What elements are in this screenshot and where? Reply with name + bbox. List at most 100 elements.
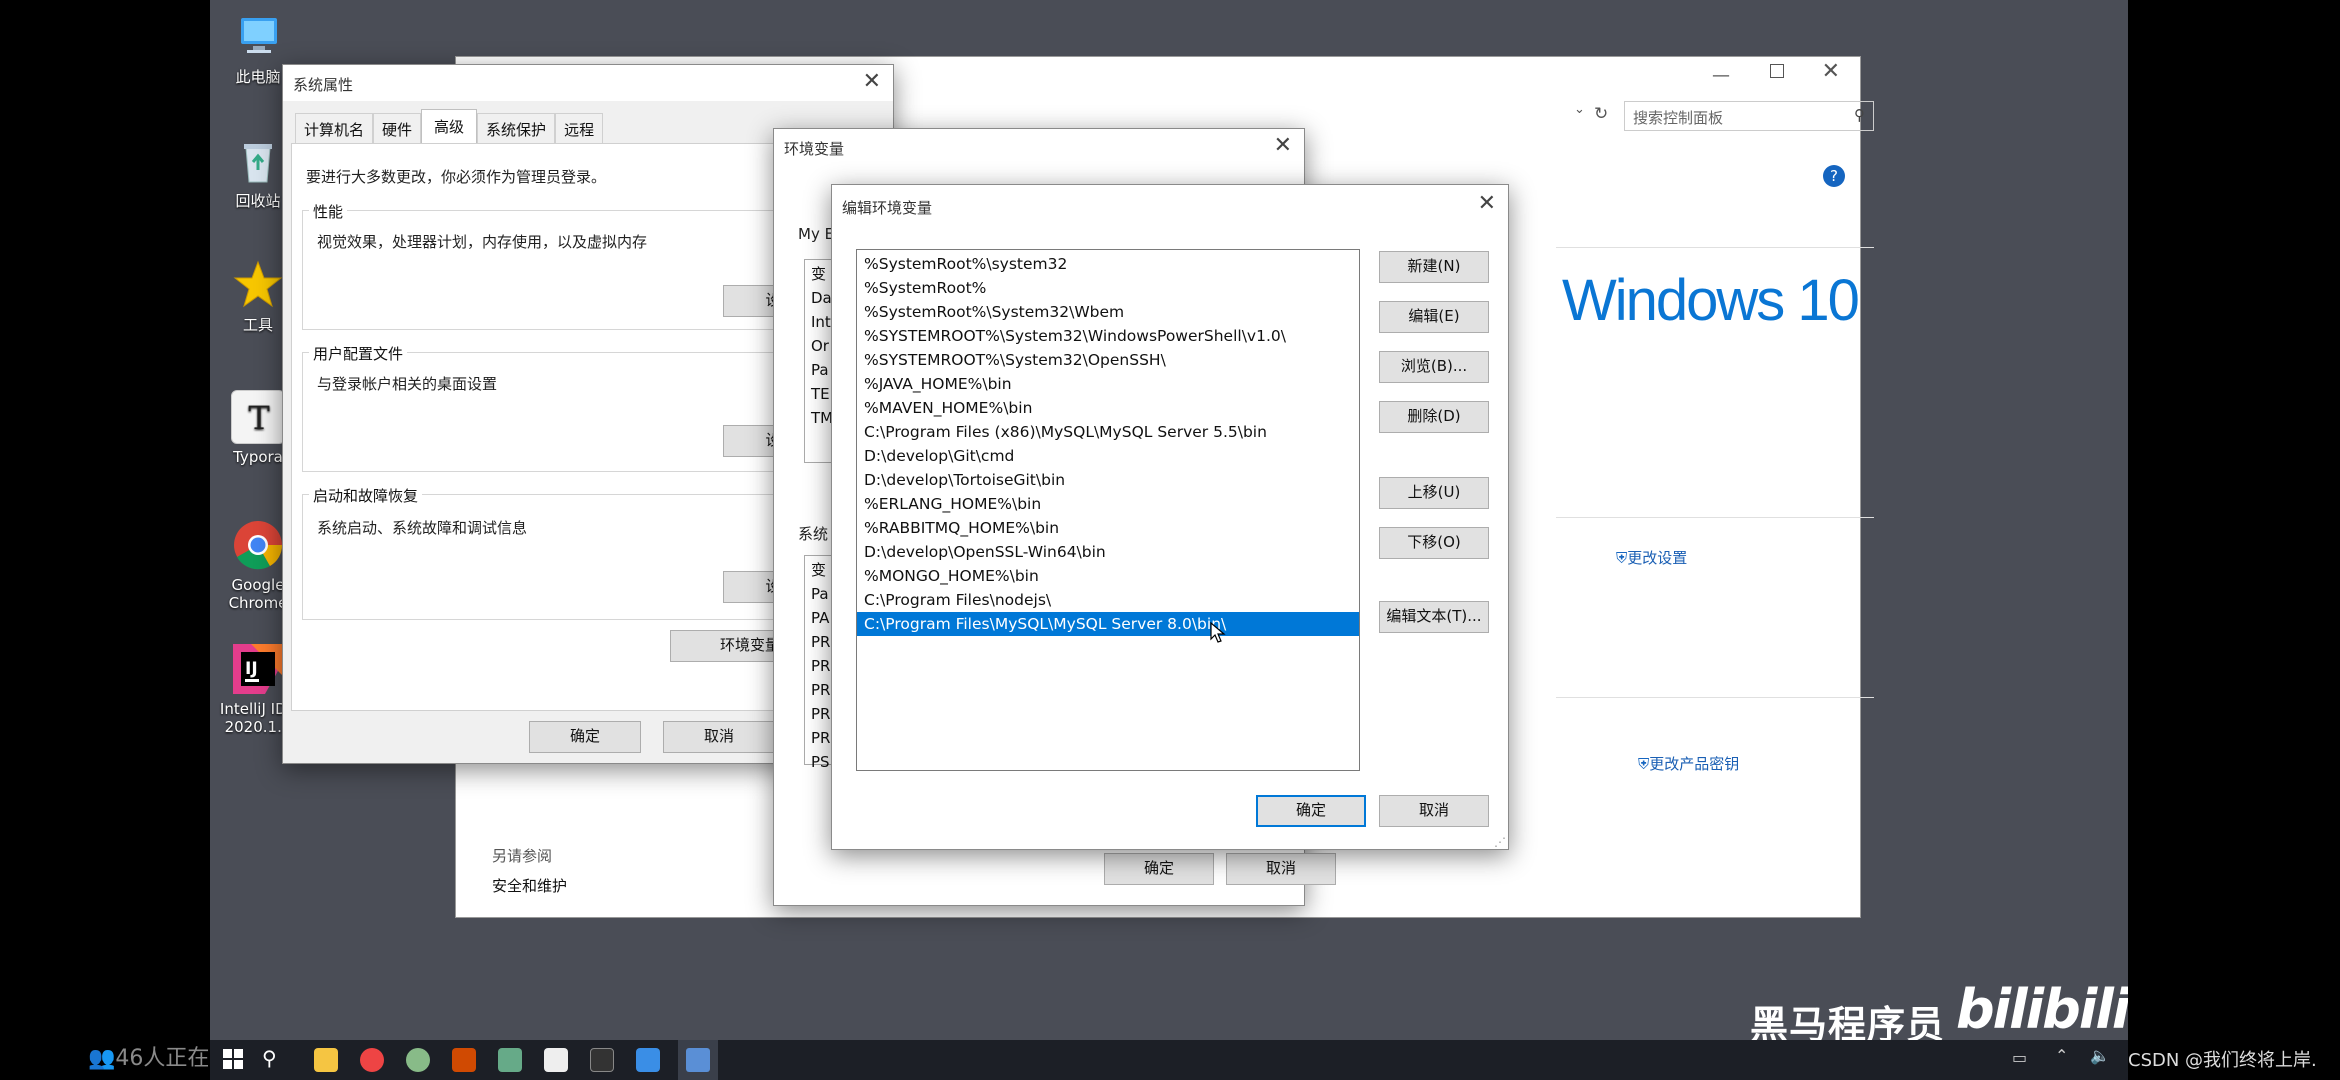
- path-entry[interactable]: %RABBITMQ_HOME%\bin: [857, 516, 1359, 540]
- delete-button[interactable]: 删除(D): [1379, 401, 1489, 433]
- cancel-button[interactable]: 取消: [1226, 853, 1336, 885]
- edit-text-button[interactable]: 编辑文本(T)...: [1379, 601, 1489, 633]
- minimize-icon[interactable]: —: [1712, 65, 1730, 86]
- path-entry[interactable]: C:\Program Files\MySQL\MySQL Server 8.0\…: [857, 612, 1359, 636]
- app-icon[interactable]: [406, 1048, 430, 1072]
- intellij-icon: IJ: [231, 642, 285, 696]
- path-entry[interactable]: D:\develop\Git\cmd: [857, 444, 1359, 468]
- browse-button[interactable]: 浏览(B)...: [1379, 351, 1489, 383]
- notepad-icon[interactable]: [498, 1048, 522, 1072]
- tab-computer-name[interactable]: 计算机名: [295, 113, 374, 143]
- cancel-button[interactable]: 取消: [1379, 795, 1489, 827]
- divider: [1556, 247, 1874, 248]
- path-entry[interactable]: %SystemRoot%\system32: [857, 252, 1359, 276]
- path-entries-list[interactable]: %SystemRoot%\system32 %SystemRoot% %System…: [856, 249, 1360, 771]
- ok-button[interactable]: 确定: [529, 721, 641, 753]
- path-entry[interactable]: %ERLANG_HOME%\bin: [857, 492, 1359, 516]
- dropdown-chevron-icon[interactable]: ⌄: [1574, 102, 1585, 117]
- user-vars-heading: My E: [798, 225, 835, 243]
- close-icon[interactable]: ✕: [863, 71, 881, 93]
- user-profiles-desc: 与登录帐户相关的桌面设置: [317, 375, 498, 393]
- tab-advanced[interactable]: 高级: [421, 109, 478, 143]
- cancel-button[interactable]: 取消: [663, 721, 775, 753]
- people-icon: 👥: [88, 1046, 116, 1071]
- path-entry[interactable]: %MAVEN_HOME%\bin: [857, 396, 1359, 420]
- change-product-key-link[interactable]: ⛨更改产品密钥: [1638, 753, 1739, 774]
- close-icon[interactable]: ✕: [1274, 135, 1292, 157]
- path-entry[interactable]: %SYSTEMROOT%\System32\OpenSSH\: [857, 348, 1359, 372]
- bilibili-logo: bilibili: [1956, 978, 2128, 1041]
- window-title: 环境变量: [784, 140, 845, 158]
- security-maintenance-link[interactable]: 安全和维护: [492, 875, 567, 896]
- path-entry[interactable]: %MONGO_HOME%\bin: [857, 564, 1359, 588]
- control-panel-taskbar-button[interactable]: [678, 1040, 718, 1080]
- title-bar: 系统属性 ✕: [283, 65, 893, 101]
- path-entry[interactable]: D:\develop\OpenSSL-Win64\bin: [857, 540, 1359, 564]
- app-icon[interactable]: [636, 1048, 660, 1072]
- typora-icon[interactable]: [544, 1048, 568, 1072]
- tab-system-protection[interactable]: 系统保护: [477, 113, 556, 143]
- mouse-cursor-icon: [1210, 621, 1226, 648]
- computer-icon: [231, 10, 285, 64]
- control-panel-search[interactable]: 搜索控制面板 ⚲: [1624, 101, 1874, 131]
- see-also-heading: 另请参阅: [492, 847, 553, 865]
- admin-note: 要进行大多数更改，你必须作为管理员登录。: [306, 168, 607, 186]
- window-title: 编辑环境变量: [842, 199, 933, 217]
- path-entry[interactable]: C:\Program Files\nodejs\: [857, 588, 1359, 612]
- refresh-icon[interactable]: ↻: [1594, 104, 1608, 124]
- title-bar: 环境变量 ✕: [774, 129, 1304, 165]
- edit-button[interactable]: 编辑(E): [1379, 301, 1489, 333]
- control-panel-icon: [686, 1048, 710, 1072]
- path-entry[interactable]: %JAVA_HOME%\bin: [857, 372, 1359, 396]
- path-entry[interactable]: %SystemRoot%\System32\Wbem: [857, 300, 1359, 324]
- recycle-bin-icon: [231, 134, 285, 188]
- tab-remote[interactable]: 远程: [555, 113, 604, 143]
- ok-button[interactable]: 确定: [1104, 853, 1214, 885]
- path-entry[interactable]: C:\Program Files (x86)\MySQL\MySQL Serve…: [857, 420, 1359, 444]
- resize-grip-icon[interactable]: ⋰: [1494, 835, 1506, 849]
- startup-recovery-desc: 系统启动、系统故障和调试信息: [317, 519, 528, 537]
- star-icon: [231, 258, 285, 312]
- system-vars-heading: 系统: [798, 525, 829, 543]
- battery-icon[interactable]: ▭: [2012, 1048, 2027, 1067]
- path-entry[interactable]: %SystemRoot%: [857, 276, 1359, 300]
- edit-environment-variable-dialog: 编辑环境变量 ✕ %SystemRoot%\system32 %SystemRoo…: [831, 184, 1509, 850]
- title-bar: 编辑环境变量 ✕: [832, 185, 1508, 225]
- windows10-logo-text: Windows 10: [1562, 268, 1860, 333]
- desktop: 此电脑 回收站 工具 T Typora Google Chrome IJ Int…: [210, 0, 2128, 1080]
- svg-text:IJ: IJ: [245, 659, 258, 679]
- windows-start-icon[interactable]: [222, 1048, 246, 1072]
- csdn-watermark: CSDN @我们终将上岸.: [2128, 1050, 2317, 1071]
- powerpoint-icon[interactable]: [452, 1048, 476, 1072]
- volume-icon[interactable]: 🔈: [2090, 1046, 2110, 1065]
- shield-icon: ⛨: [1638, 755, 1650, 773]
- maximize-icon[interactable]: [1770, 64, 1784, 78]
- path-entry[interactable]: %SYSTEMROOT%\System32\WindowsPowerShell\…: [857, 324, 1359, 348]
- chevron-up-icon[interactable]: ⌃: [2055, 1046, 2068, 1065]
- search-icon[interactable]: ⚲: [1854, 106, 1865, 124]
- move-down-button[interactable]: 下移(O): [1379, 527, 1489, 559]
- shield-icon: ⛨: [1616, 549, 1628, 567]
- change-settings-link[interactable]: ⛨更改设置: [1616, 547, 1687, 568]
- close-icon[interactable]: ✕: [1478, 193, 1496, 215]
- tab-hardware[interactable]: 硬件: [373, 113, 422, 143]
- new-button[interactable]: 新建(N): [1379, 251, 1489, 283]
- divider: [1556, 517, 1874, 518]
- performance-desc: 视觉效果，处理器计划，内存使用，以及虚拟内存: [317, 233, 648, 251]
- window-title: 系统属性: [293, 76, 354, 94]
- move-up-button[interactable]: 上移(U): [1379, 477, 1489, 509]
- divider: [1556, 697, 1874, 698]
- chrome-icon[interactable]: [360, 1048, 384, 1072]
- ok-button[interactable]: 确定: [1256, 795, 1366, 827]
- typora-icon: T: [231, 390, 285, 444]
- path-entry[interactable]: D:\develop\TortoiseGit\bin: [857, 468, 1359, 492]
- chrome-icon: [231, 518, 285, 572]
- help-icon[interactable]: ?: [1823, 165, 1845, 187]
- dialog-body: %SystemRoot%\system32 %SystemRoot% %System…: [832, 225, 1508, 849]
- search-icon[interactable]: ⚲: [262, 1046, 286, 1070]
- file-explorer-icon[interactable]: [314, 1048, 338, 1072]
- terminal-icon[interactable]: [590, 1048, 614, 1072]
- close-icon[interactable]: ✕: [1822, 59, 1840, 84]
- svg-text:T: T: [248, 399, 270, 437]
- tab-strip: 计算机名 硬件 高级 系统保护 远程: [295, 109, 604, 143]
